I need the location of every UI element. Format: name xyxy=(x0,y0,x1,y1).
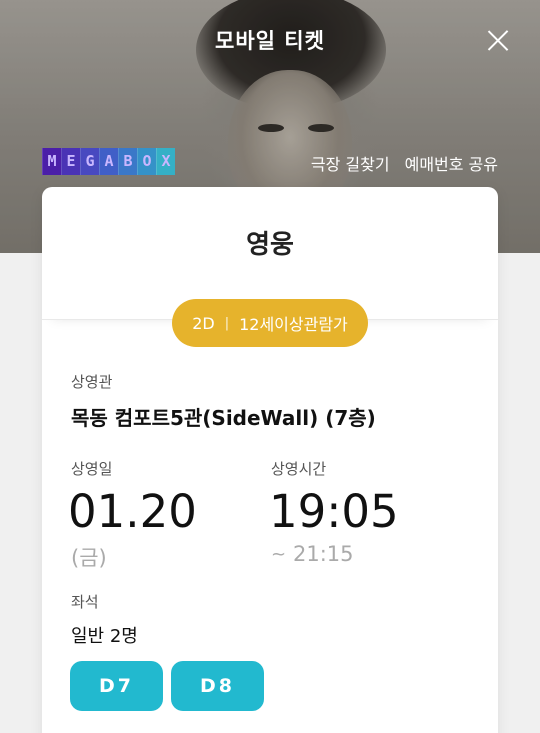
logo-letter: X xyxy=(156,148,175,175)
date-label: 상영일 xyxy=(71,460,113,478)
age-rating: 12세이상관람가 xyxy=(239,315,348,334)
page-title: 모바일 티켓 xyxy=(215,29,325,53)
logo-letter: G xyxy=(80,148,99,175)
seat-button-d8[interactable]: D8 xyxy=(171,661,264,711)
end-time-value: 21:15 xyxy=(293,542,354,566)
movie-title: 영웅 xyxy=(246,230,294,260)
format-label: 2D xyxy=(192,313,215,333)
logo-letter: A xyxy=(99,148,118,175)
start-time-value: 19:05 xyxy=(269,485,399,538)
close-icon[interactable] xyxy=(482,24,514,56)
theater-value: 목동 컴포트5관(SideWall) (7층) xyxy=(71,406,376,430)
seat-label: 좌석 xyxy=(71,593,99,611)
badge-separator: | xyxy=(224,315,230,331)
date-value: 01.20 xyxy=(68,485,197,538)
logo-letter: E xyxy=(61,148,80,175)
format-rating-badge: 2D | 12세이상관람가 xyxy=(172,299,368,347)
time-label: 상영시간 xyxy=(271,460,327,478)
logo-letter: O xyxy=(137,148,156,175)
logo-letter: B xyxy=(118,148,137,175)
logo-letter: M xyxy=(42,148,61,175)
seat-summary: 일반 2명 xyxy=(71,626,138,647)
seat-button-d7[interactable]: D7 xyxy=(70,661,163,711)
theater-label: 상영관 xyxy=(71,373,113,391)
theater-directions-link[interactable]: 극장 길찾기 xyxy=(311,151,390,175)
megabox-logo: MEGABOX xyxy=(42,148,175,175)
ticket-card: 영웅 2D | 12세이상관람가 상영관 목동 컴포트5관(SideWall) … xyxy=(42,187,498,733)
share-booking-number-link[interactable]: 예매번호 공유 xyxy=(405,151,498,175)
time-tilde: ~ xyxy=(271,544,287,565)
top-links: 극장 길찾기 예매번호 공유 xyxy=(311,151,498,175)
weekday-value: (금) xyxy=(71,546,107,570)
